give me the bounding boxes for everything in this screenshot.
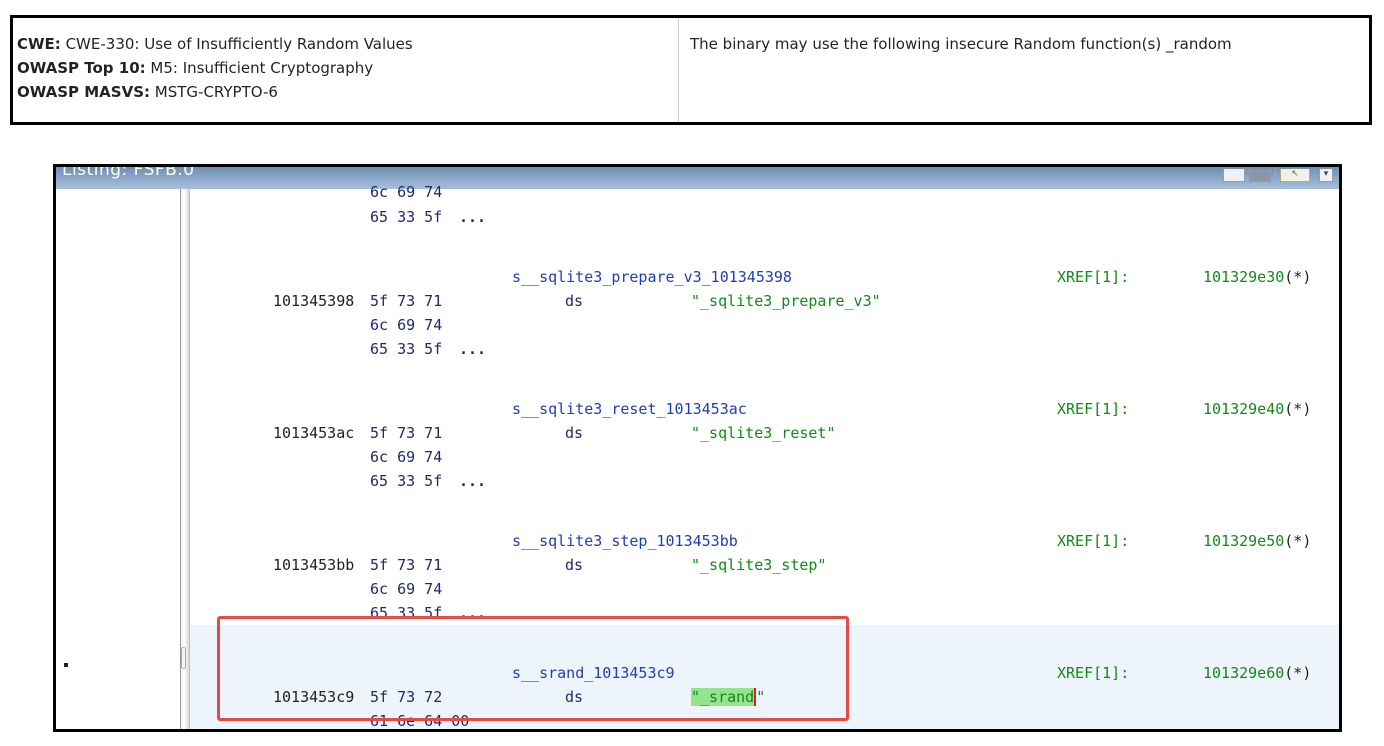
cursor-marker xyxy=(64,663,68,667)
srand-label[interactable]: s__srand_1013453c9 xyxy=(512,664,675,682)
dropdown-icon[interactable]: ▾ xyxy=(1319,169,1333,182)
xref-label: XREF[1]: xyxy=(1057,532,1130,550)
toolbar-separator xyxy=(1314,169,1315,183)
partial-tail-bytes: 65 33 5f xyxy=(370,208,443,226)
finding-metadata-cell: CWE: CWE-330: Use of Insufficiently Rand… xyxy=(13,18,679,122)
xref-entry[interactable]: 101329e60(*) xyxy=(1203,664,1311,682)
cursor-icon[interactable]: ↖ xyxy=(1280,169,1310,182)
listing-bytes: 61 6e 64 00 xyxy=(370,712,470,730)
ellipsis: ... xyxy=(459,208,487,226)
titlebar-toolbar: ↖ ▾ xyxy=(1223,169,1333,183)
listing-mnemonic: ds xyxy=(565,688,584,706)
string-open-quote: " xyxy=(691,688,701,706)
listing-bytes: 6c 69 74 xyxy=(370,316,443,334)
owasp-label: OWASP Top 10: xyxy=(17,59,146,77)
listing-bytes: 5f 73 71 xyxy=(370,424,443,442)
listing-bytes: 5f 73 72 xyxy=(370,688,443,706)
listing-window: Listing: FSFB.0 ↖ ▾ 6c 69 74 65 33 5f ..… xyxy=(53,164,1342,732)
listing-address[interactable]: 1013453ac xyxy=(273,424,354,442)
ellipsis: ... xyxy=(459,604,487,622)
xref-label: XREF[1]: xyxy=(1057,664,1130,682)
srand-string[interactable]: "_srand " xyxy=(691,688,765,706)
listing-address[interactable]: 1013453bb xyxy=(273,556,354,574)
listing-string[interactable]: "_sqlite3_step" xyxy=(691,556,826,574)
owasp-line: OWASP Top 10: M5: Insufficient Cryptogra… xyxy=(17,56,678,80)
masvs-value: MSTG-CRYPTO-6 xyxy=(150,83,278,101)
listing-address[interactable]: 101345398 xyxy=(273,292,354,310)
masvs-line: OWASP MASVS: MSTG-CRYPTO-6 xyxy=(17,80,678,104)
srand-address[interactable]: 1013453c9 xyxy=(273,688,354,706)
xref-suffix: (*) xyxy=(1284,268,1312,286)
xref-entry[interactable]: 101329e50(*) xyxy=(1203,532,1311,550)
finding-description-cell: The binary may use the following insecur… xyxy=(679,18,1369,122)
xref-suffix: (*) xyxy=(1284,532,1312,550)
xref-entry[interactable]: 101329e30(*) xyxy=(1203,268,1311,286)
finding-description: The binary may use the following insecur… xyxy=(690,35,1232,53)
listing-string[interactable]: "_sqlite3_reset" xyxy=(691,424,836,442)
listing-bytes: 5f 73 71 xyxy=(370,292,443,310)
listing-label[interactable]: s__sqlite3_step_1013453bb xyxy=(512,532,738,550)
partial-bytes: 6c 69 74 xyxy=(370,183,443,201)
window-icon[interactable] xyxy=(1249,169,1271,182)
xref-address[interactable]: 101329e50 xyxy=(1203,532,1284,550)
xref-entry[interactable]: 101329e40(*) xyxy=(1203,400,1311,418)
cwe-line: CWE: CWE-330: Use of Insufficiently Rand… xyxy=(17,32,678,56)
xref-suffix: (*) xyxy=(1284,664,1312,682)
finding-table: CWE: CWE-330: Use of Insufficiently Rand… xyxy=(10,15,1372,125)
splitter-grip[interactable] xyxy=(181,647,186,669)
listing-title: Listing: FSFB.0 xyxy=(62,167,195,180)
xref-address[interactable]: 101329e40 xyxy=(1203,400,1284,418)
listing-label[interactable]: s__sqlite3_prepare_v3_101345398 xyxy=(512,268,792,286)
cwe-label: CWE: xyxy=(17,35,61,53)
listing-content[interactable]: 6c 69 74 65 33 5f ... s__sqlite3_prepare… xyxy=(190,183,1339,730)
xref-suffix: (*) xyxy=(1284,400,1312,418)
listing-bytes: 65 33 5f xyxy=(370,340,443,358)
listing-bytes: 65 33 5f xyxy=(370,472,443,490)
listing-bytes: 6c 69 74 xyxy=(370,448,443,466)
ellipsis: ... xyxy=(459,340,487,358)
listing-margin xyxy=(56,189,180,729)
ellipsis: ... xyxy=(459,472,487,490)
xref-address[interactable]: 101329e30 xyxy=(1203,268,1284,286)
string-close-quote: " xyxy=(756,688,766,706)
listing-mnemonic: ds xyxy=(565,292,584,310)
xref-address[interactable]: 101329e60 xyxy=(1203,664,1284,682)
cwe-value: CWE-330: Use of Insufficiently Random Va… xyxy=(60,35,413,53)
toolbar-separator xyxy=(1275,169,1276,183)
listing-mnemonic: ds xyxy=(565,424,584,442)
listing-bytes: 5f 73 71 xyxy=(370,556,443,574)
selected-row-highlight xyxy=(190,625,1339,729)
listing-label[interactable]: s__sqlite3_reset_1013453ac xyxy=(512,400,747,418)
listing-mnemonic: ds xyxy=(565,556,584,574)
listing-string[interactable]: "_sqlite3_prepare_v3" xyxy=(691,292,881,310)
listing-bytes: 65 33 5f xyxy=(370,604,443,622)
restore-icon[interactable] xyxy=(1223,169,1245,182)
xref-label: XREF[1]: xyxy=(1057,400,1130,418)
owasp-value: M5: Insufficient Cryptography xyxy=(145,59,374,77)
masvs-label: OWASP MASVS: xyxy=(17,83,151,101)
listing-bytes: 6c 69 74 xyxy=(370,580,443,598)
selected-string-text[interactable]: _srand xyxy=(700,688,755,706)
listing-titlebar: Listing: FSFB.0 ↖ ▾ xyxy=(56,167,1339,189)
xref-label: XREF[1]: xyxy=(1057,268,1130,286)
